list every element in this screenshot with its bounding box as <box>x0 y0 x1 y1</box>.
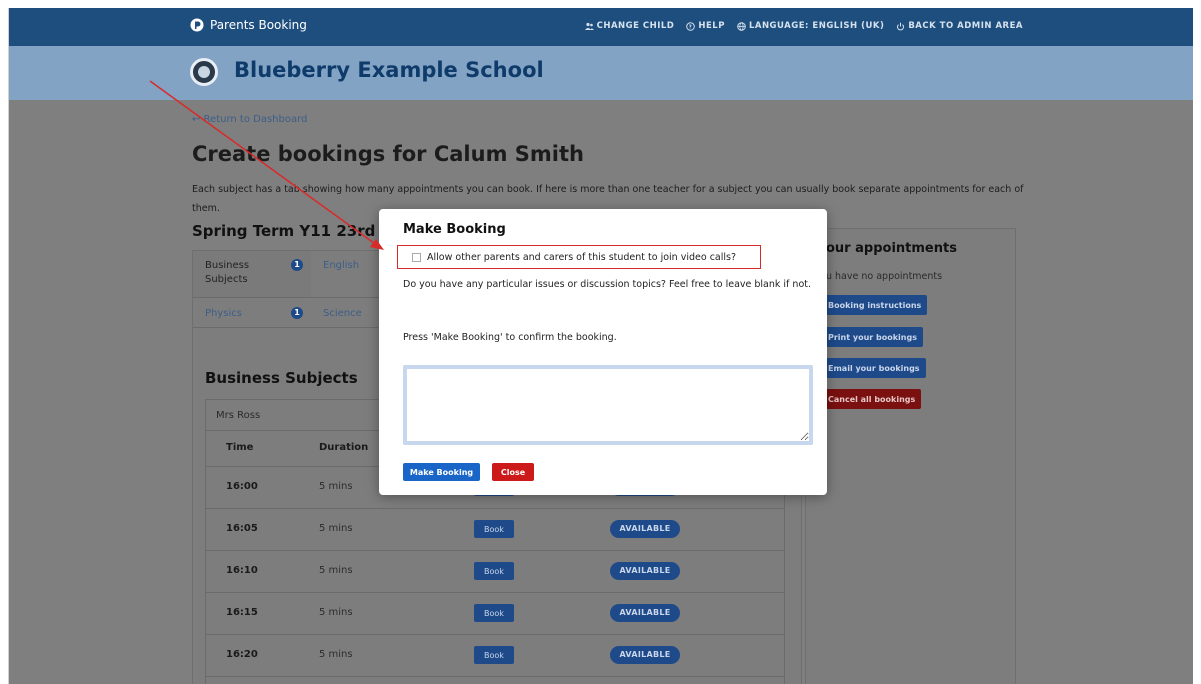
users-icon <box>584 22 594 30</box>
slot-duration: 5 mins <box>319 523 353 534</box>
book-slot-button[interactable]: Book <box>474 646 514 664</box>
video-calls-checkbox[interactable] <box>412 252 421 262</box>
language-link[interactable]: LANGUAGE: ENGLISH (UK) <box>737 21 884 31</box>
slot-duration: 5 mins <box>319 565 353 576</box>
table-row: 16:15 5 mins Book AVAILABLE <box>206 592 784 634</box>
change-child-link[interactable]: CHANGE CHILD <box>584 21 675 31</box>
book-slot-button[interactable]: Book <box>474 562 514 580</box>
slot-time: 16:00 <box>226 481 258 492</box>
tab-business-subjects[interactable]: Business Subjects <box>193 251 311 297</box>
svg-text:?: ? <box>689 24 693 30</box>
event-title: Spring Term Y11 23rd Fel <box>192 222 406 240</box>
close-button[interactable]: Close <box>492 463 534 481</box>
power-icon <box>897 22 905 30</box>
table-row: 16:10 5 mins Book AVAILABLE <box>206 550 784 592</box>
help-icon: ? <box>686 21 696 31</box>
school-name: Blueberry Example School <box>234 58 544 82</box>
book-slot-button[interactable]: Book <box>474 604 514 622</box>
slot-time: 16:05 <box>226 523 258 534</box>
column-header-duration: Duration <box>319 442 369 453</box>
discussion-question-text: Do you have any particular issues or dis… <box>403 279 812 290</box>
tab-science[interactable]: Science <box>323 307 362 321</box>
discussion-topics-textarea[interactable] <box>403 365 813 445</box>
school-logo <box>190 58 218 86</box>
column-header-time: Time <box>226 442 254 453</box>
table-row: 16:255 minsBookAVAILABLE <box>206 676 784 684</box>
tab-business-count-badge: 1 <box>291 259 303 271</box>
slot-duration: 5 mins <box>319 649 353 660</box>
appointments-title: our appointments <box>826 241 957 256</box>
tab-physics[interactable]: Physics <box>205 307 242 321</box>
slot-duration: 5 mins <box>319 607 353 618</box>
book-slot-button[interactable]: Book <box>474 520 514 538</box>
no-appointments-text: u have no appointments <box>826 271 943 282</box>
confirm-instruction-text: Press 'Make Booking' to confirm the book… <box>403 332 617 343</box>
status-badge: AVAILABLE <box>610 562 680 580</box>
return-to-dashboard-link[interactable]: ↩ Return to Dashboard <box>192 114 307 125</box>
table-row: 16:20 5 mins Book AVAILABLE <box>206 634 784 676</box>
email-bookings-button[interactable]: Email your bookings <box>822 358 926 378</box>
slot-duration: 5 mins <box>319 481 353 492</box>
back-to-admin-link[interactable]: BACK TO ADMIN AREA <box>896 21 1023 31</box>
booking-instructions-button[interactable]: Booking instructions <box>822 295 928 315</box>
parents-booking-logo-icon <box>190 18 204 32</box>
slot-time: 16:10 <box>226 565 258 576</box>
top-navigation-bar: Parents Booking CHANGE CHILD ? HELP LANG… <box>9 8 1193 46</box>
school-header: Blueberry Example School <box>9 46 1193 100</box>
make-booking-button[interactable]: Make Booking <box>403 463 480 481</box>
status-badge: AVAILABLE <box>610 520 680 538</box>
cancel-all-bookings-button[interactable]: Cancel all bookings <box>822 389 922 409</box>
video-calls-checkbox-row[interactable]: Allow other parents and carers of this s… <box>397 245 761 269</box>
teacher-name: Mrs Ross <box>216 410 261 421</box>
browser-viewport: Parents Booking CHANGE CHILD ? HELP LANG… <box>8 8 1193 684</box>
slot-time: 16:15 <box>226 607 258 618</box>
globe-icon <box>737 21 746 31</box>
help-link[interactable]: ? HELP <box>686 21 725 31</box>
table-row: 16:05 5 mins Book AVAILABLE <box>206 508 784 550</box>
modal-title: Make Booking <box>403 222 506 237</box>
brand[interactable]: Parents Booking <box>190 18 307 32</box>
top-nav-links: CHANGE CHILD ? HELP LANGUAGE: ENGLISH (U… <box>584 21 1023 31</box>
slot-time: 16:20 <box>226 649 258 660</box>
print-bookings-button[interactable]: Print your bookings <box>822 327 923 347</box>
subject-heading: Business Subjects <box>205 369 358 387</box>
brand-name: Parents Booking <box>210 18 307 32</box>
video-calls-checkbox-label: Allow other parents and carers of this s… <box>427 251 737 263</box>
status-badge: AVAILABLE <box>610 646 680 664</box>
appointments-panel: our appointments u have no appointments … <box>805 228 1016 684</box>
status-badge: AVAILABLE <box>610 604 680 622</box>
tab-physics-count-badge: 1 <box>291 307 303 319</box>
tab-english[interactable]: English <box>323 259 359 273</box>
make-booking-modal: Make Booking Allow other parents and car… <box>379 209 827 495</box>
page-title: Create bookings for Calum Smith <box>192 142 584 166</box>
